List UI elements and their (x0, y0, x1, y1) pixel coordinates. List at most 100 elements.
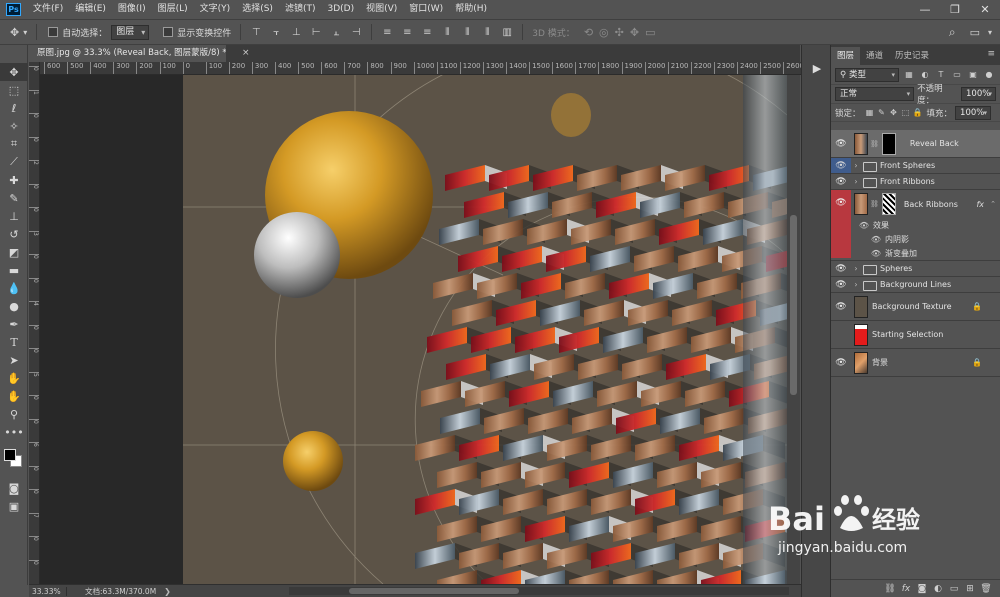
new-group-icon[interactable]: ▭ (946, 584, 962, 594)
eye-icon[interactable]: 👁 (831, 280, 851, 290)
align-vcenter-icon[interactable]: ⫟ (269, 26, 283, 38)
healing-brush-tool-icon[interactable]: ✚ (0, 171, 28, 189)
clone-stamp-tool-icon[interactable]: ⊥ (0, 207, 28, 225)
layer-row-background[interactable]: 👁 背景 🔒 (831, 349, 1000, 377)
new-layer-icon[interactable]: ⊞ (962, 584, 978, 594)
workspace-icon[interactable]: ▭ (970, 26, 980, 39)
effects-row[interactable]: 👁 效果 (851, 218, 1000, 232)
align-top-icon[interactable]: ⊤ (249, 26, 263, 38)
show-transform-checkbox[interactable] (163, 27, 174, 37)
close-window-button[interactable]: ✕ (970, 0, 1000, 19)
menu-layer[interactable]: 图层(L) (152, 0, 194, 19)
brush-tool-icon[interactable]: ✎ (0, 189, 28, 207)
layer-row-front-spheres[interactable]: 👁 › Front Spheres (831, 158, 1000, 174)
new-adjustment-icon[interactable]: ◐ (930, 584, 946, 594)
chevron-up-icon[interactable]: ⌃ (990, 200, 996, 208)
lock-artboard-icon[interactable]: ⬚ (900, 108, 912, 117)
lock-paint-icon[interactable]: ✎ (876, 108, 888, 117)
eyedropper-tool-icon[interactable]: ⟋ (0, 153, 28, 171)
chevron-right-icon[interactable]: › (851, 280, 861, 289)
distribute-right-icon[interactable]: ⦀ (480, 26, 494, 38)
filter-shape-icon[interactable]: ▭ (951, 69, 963, 80)
minimize-button[interactable]: — (910, 0, 940, 19)
eye-icon[interactable]: 👁 (831, 358, 851, 368)
chevron-right-icon[interactable]: › (851, 161, 861, 170)
layer-mask-thumbnail[interactable] (881, 132, 896, 155)
move-tool-icon[interactable]: ✥ (10, 26, 19, 39)
menu-select[interactable]: 选择(S) (236, 0, 279, 19)
tab-channels[interactable]: 通道 (860, 47, 889, 65)
chevron-right-icon[interactable]: › (851, 177, 861, 186)
3d-roll-icon[interactable]: ◎ (599, 26, 609, 39)
menu-window[interactable]: 窗口(W) (403, 0, 449, 19)
document-canvas[interactable] (183, 75, 787, 584)
filter-toggle-icon[interactable]: ● (983, 69, 995, 80)
dodge-tool-icon[interactable]: ● (0, 297, 28, 315)
zoom-tool-icon[interactable]: ⚲ (0, 405, 28, 423)
marquee-tool-icon[interactable]: ⬚ (0, 81, 28, 99)
close-tab-icon[interactable]: × (242, 45, 250, 62)
effect-gradient-overlay[interactable]: 👁 渐变叠加 (851, 246, 1000, 260)
3d-slide-icon[interactable]: ✥ (630, 26, 639, 39)
foreground-color-swatch[interactable] (4, 449, 16, 461)
eye-icon[interactable]: 👁 (851, 235, 885, 244)
layer-row-starting-selection[interactable]: Starting Selection (831, 321, 1000, 349)
delete-layer-icon[interactable]: 🗑 (978, 584, 994, 594)
tab-layers[interactable]: 图层 (831, 47, 861, 65)
chevron-down-icon[interactable]: ▾ (23, 28, 27, 37)
distribute-hcenter-icon[interactable]: ⦀ (460, 26, 474, 38)
eye-icon[interactable]: 👁 (835, 198, 846, 208)
quick-mask-icon[interactable]: ◙ (0, 479, 28, 497)
eye-icon[interactable]: 👁 (831, 302, 851, 312)
auto-select-dropdown[interactable]: 图层 (111, 24, 150, 40)
layer-row-background-texture[interactable]: 👁 Background Texture 🔒 (831, 293, 1000, 321)
fx-icon[interactable]: fx (976, 200, 984, 209)
blend-mode-dropdown[interactable]: 正常 (835, 87, 915, 101)
lasso-tool-icon[interactable]: ℓ (0, 99, 28, 117)
search-icon[interactable]: ⌕ (949, 25, 956, 40)
distribute-bottom-icon[interactable]: ≡ (420, 26, 434, 38)
horizontal-scrollbar-thumb[interactable] (349, 588, 519, 594)
eye-icon[interactable]: 👁 (831, 139, 851, 149)
link-layers-icon[interactable]: ⛓ (882, 584, 898, 594)
align-hcenter-icon[interactable]: ⫠ (329, 26, 343, 38)
blur-tool-icon[interactable]: 💧 (0, 279, 28, 297)
align-right-icon[interactable]: ⊣ (349, 26, 363, 38)
fill-input[interactable]: 100% (955, 105, 992, 120)
pen-tool-icon[interactable]: ✒ (0, 315, 28, 333)
menu-image[interactable]: 图像(I) (112, 0, 152, 19)
eye-icon[interactable]: 👁 (831, 264, 851, 274)
type-tool-icon[interactable]: T (0, 333, 28, 351)
3d-orbit-icon[interactable]: ⟲ (584, 26, 593, 39)
menu-file[interactable]: 文件(F) (27, 0, 69, 19)
chevron-right-icon[interactable]: › (851, 264, 861, 273)
distribute-vcenter-icon[interactable]: ≡ (400, 26, 414, 38)
chevron-down-icon[interactable]: ▾ (988, 28, 992, 37)
zoom-level[interactable]: 33.33% (29, 586, 67, 596)
layer-row-background-lines[interactable]: 👁 › Background Lines (831, 277, 1000, 293)
menu-view[interactable]: 视图(V) (360, 0, 403, 19)
eraser-tool-icon[interactable]: ◩ (0, 243, 28, 261)
add-mask-icon[interactable]: ◙ (914, 584, 930, 594)
horizontal-scrollbar[interactable] (289, 587, 789, 595)
link-icon[interactable]: ⛓ (870, 140, 879, 148)
filter-type-icon[interactable]: T (935, 69, 947, 80)
eye-icon[interactable]: 👁 (831, 177, 851, 187)
document-tab[interactable]: 原图.jpg @ 33.3% (Reveal Back, 图层蒙版/8) * (30, 45, 226, 62)
auto-align-icon[interactable]: ▥ (500, 26, 514, 38)
vertical-scrollbar-thumb[interactable] (790, 215, 797, 395)
effect-inner-shadow[interactable]: 👁 内阴影 (851, 232, 1000, 246)
align-left-icon[interactable]: ⊢ (309, 26, 323, 38)
eye-icon[interactable]: 👁 (831, 158, 851, 173)
magic-wand-tool-icon[interactable]: ✧ (0, 117, 28, 135)
shape-tool-icon[interactable]: ✋ (0, 369, 28, 387)
layer-row-back-ribbons[interactable]: ⛓ Back Ribbons fx ⌃ (851, 190, 1000, 218)
vertical-scrollbar[interactable] (787, 75, 800, 584)
layer-row-reveal-back[interactable]: 👁 ⛓ Reveal Back (831, 130, 1000, 158)
panel-menu-icon[interactable]: ≡ (987, 49, 995, 59)
eye-icon[interactable]: 👁 (851, 249, 885, 258)
history-brush-tool-icon[interactable]: ↺ (0, 225, 28, 243)
screen-mode-icon[interactable]: ▣ (0, 497, 28, 515)
crop-tool-icon[interactable]: ⌗ (0, 135, 28, 153)
distribute-top-icon[interactable]: ≡ (380, 26, 394, 38)
